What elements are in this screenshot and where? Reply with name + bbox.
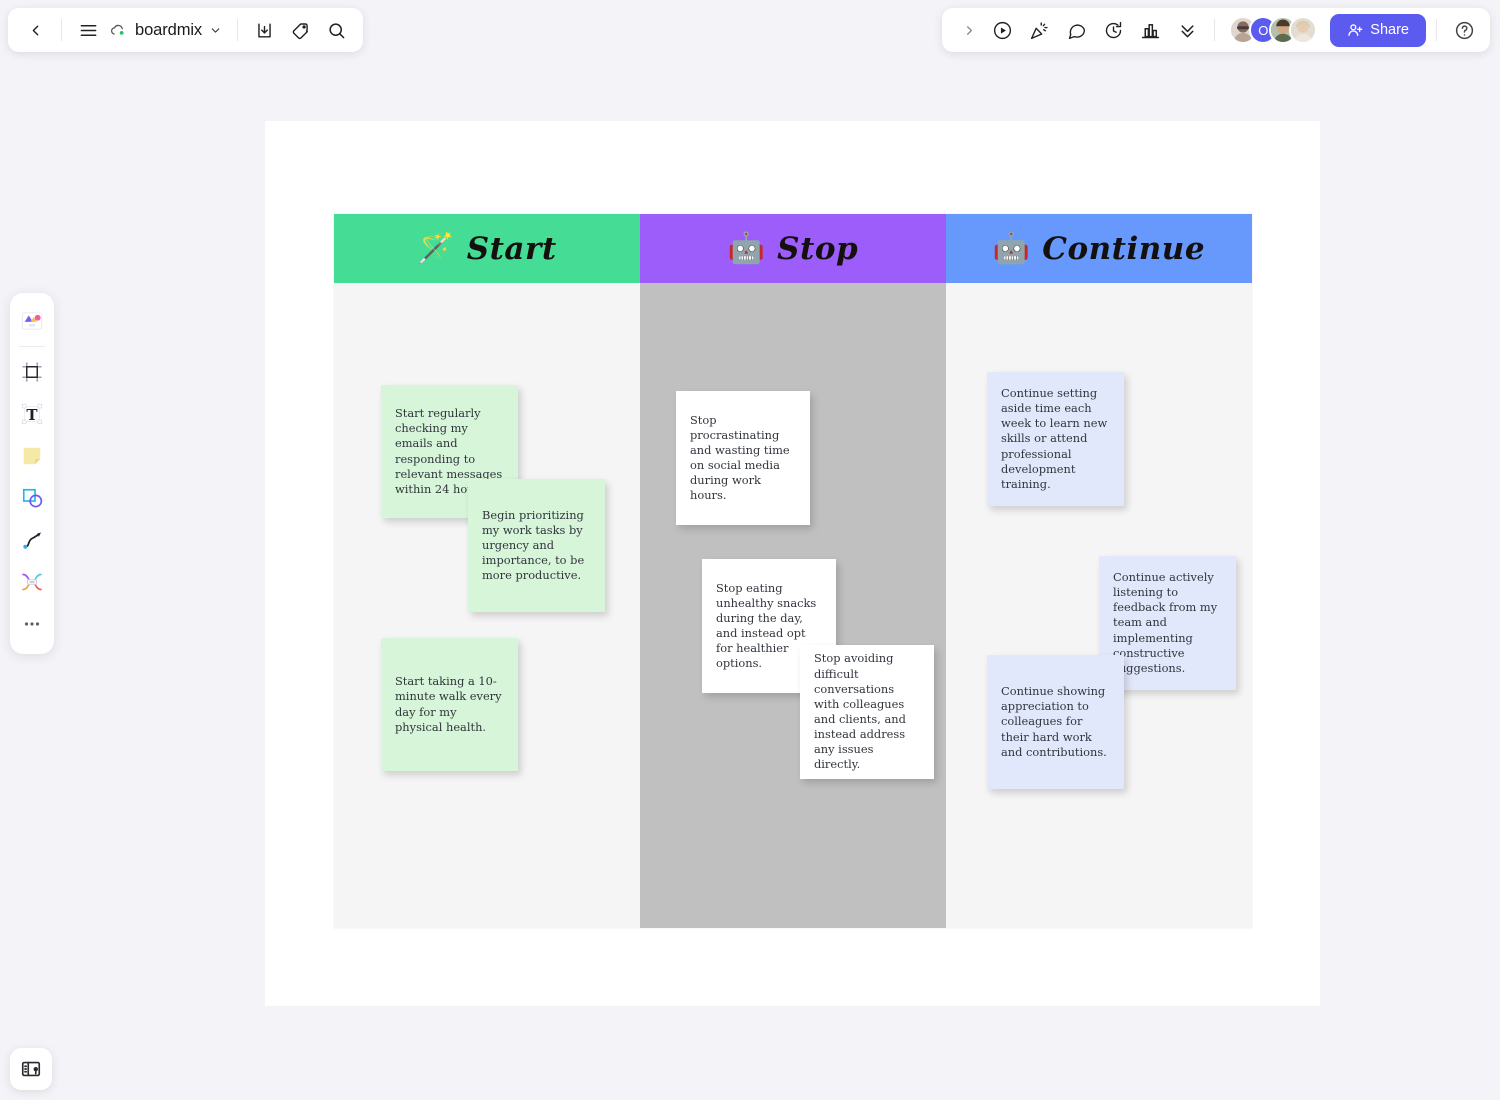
expand-right-button[interactable]: [956, 13, 982, 47]
column-header-start[interactable]: 🪄 Start: [334, 214, 640, 283]
column-title-stop: Stop: [777, 231, 858, 267]
shapes-tool[interactable]: [13, 478, 51, 518]
celebrate-button[interactable]: [1022, 13, 1056, 47]
more-tools[interactable]: [13, 604, 51, 644]
timer-button[interactable]: [1096, 13, 1130, 47]
back-button[interactable]: [18, 13, 52, 47]
toolbar-divider-1: [61, 19, 62, 41]
comment-button[interactable]: [1059, 13, 1093, 47]
present-play-button[interactable]: [985, 13, 1019, 47]
toolbar-divider-3: [1214, 19, 1215, 41]
sticky-note-text: Begin prioritizing my work tasks by urge…: [468, 508, 605, 584]
pen-tool[interactable]: [13, 520, 51, 560]
top-left-toolbar: boardmix: [8, 8, 363, 52]
magic-wand-icon: 🪄: [417, 234, 454, 264]
sticky-note-text: Continue setting aside time each week to…: [987, 386, 1124, 492]
sticky-note[interactable]: Stop procrastinating and wasting time on…: [676, 391, 810, 525]
tag-button[interactable]: [283, 13, 317, 47]
svg-text:T: T: [26, 406, 38, 424]
sticky-note-tool[interactable]: [13, 436, 51, 476]
robot-icon: 🤖: [993, 234, 1030, 264]
presentation-button[interactable]: [10, 1048, 52, 1090]
frame-tool[interactable]: [13, 352, 51, 392]
column-header-stop[interactable]: 🤖 Stop: [640, 214, 946, 283]
left-tool-rail: T: [10, 293, 54, 654]
help-button[interactable]: [1447, 13, 1481, 47]
share-button[interactable]: Share: [1330, 14, 1426, 47]
sticky-note[interactable]: Stop avoiding difficult conversations wi…: [800, 645, 934, 779]
toolbar-divider-4: [1436, 19, 1437, 41]
rail-divider: [19, 346, 45, 347]
column-header-continue[interactable]: 🤖 Continue: [946, 214, 1252, 283]
download-button[interactable]: [247, 13, 281, 47]
templates-tool[interactable]: [13, 301, 51, 341]
more-options-button[interactable]: [1170, 13, 1204, 47]
top-right-toolbar: O Share: [942, 8, 1490, 52]
collaborator-avatars: O: [1229, 16, 1317, 44]
share-person-icon: [1347, 22, 1363, 38]
sticky-note-text: Stop avoiding difficult conversations wi…: [800, 651, 934, 772]
sticky-note[interactable]: Begin prioritizing my work tasks by urge…: [468, 479, 605, 612]
column-title-start: Start: [467, 231, 557, 267]
sticky-note[interactable]: Start taking a 10-minute walk every day …: [381, 638, 518, 771]
search-button[interactable]: [319, 13, 353, 47]
robot-x-eyes-icon: 🤖: [728, 234, 765, 264]
connector-tool[interactable]: [13, 562, 51, 602]
text-tool[interactable]: T: [13, 394, 51, 434]
vote-chart-button[interactable]: [1133, 13, 1167, 47]
sticky-note-text: Stop procrastinating and wasting time on…: [676, 413, 810, 504]
sticky-note[interactable]: Continue setting aside time each week to…: [987, 372, 1124, 506]
sticky-note-text: Continue showing appreciation to colleag…: [987, 684, 1124, 760]
avatar-collaborator-4[interactable]: [1289, 16, 1317, 44]
sticky-note[interactable]: Continue showing appreciation to colleag…: [987, 655, 1124, 789]
chevron-down-icon[interactable]: [209, 24, 222, 37]
sticky-note-text: Start taking a 10-minute walk every day …: [381, 674, 518, 735]
cloud-saved-icon: [109, 21, 128, 40]
menu-button[interactable]: [71, 13, 105, 47]
toolbar-divider-2: [237, 19, 238, 41]
document-name-group[interactable]: boardmix: [107, 21, 228, 40]
document-name: boardmix: [135, 21, 202, 40]
column-title-continue: Continue: [1042, 231, 1205, 267]
share-label: Share: [1370, 22, 1409, 38]
